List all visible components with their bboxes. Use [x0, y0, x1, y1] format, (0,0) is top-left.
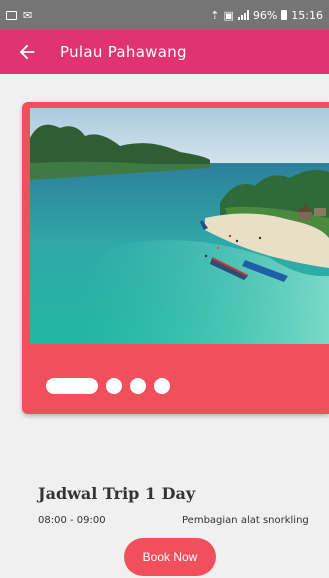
island-photo [30, 108, 329, 344]
carousel-indicator [46, 378, 170, 394]
status-bar: ✉ ⇡ ▣ 96% 15:16 [0, 0, 329, 30]
page-title: Pulau Pahawang [60, 43, 187, 61]
battery-percent: 96% [252, 8, 278, 22]
status-notifications: ✉ [6, 9, 32, 22]
app-bar: Pulau Pahawang [0, 30, 329, 74]
carousel-dot-2[interactable] [106, 378, 122, 394]
schedule-time: 08:00 - 09:00 [38, 515, 106, 526]
image-carousel[interactable] [22, 102, 329, 414]
mail-notification-icon: ✉ [23, 8, 33, 22]
image-notification-icon [6, 10, 17, 20]
clock: 15:16 [291, 8, 323, 22]
carousel-image[interactable] [30, 108, 329, 344]
schedule-title: Jadwal Trip 1 Day [38, 484, 196, 503]
signal-icon [237, 10, 249, 20]
book-now-button[interactable]: Book Now [124, 538, 216, 576]
carousel-dot-3[interactable] [130, 378, 146, 394]
cast-icon: ▣ [223, 8, 234, 22]
wifi-icon: ⇡ [210, 8, 220, 22]
back-button[interactable] [16, 41, 38, 63]
battery-icon [281, 10, 288, 20]
schedule-activity: Pembagian alat snorkling [182, 515, 309, 526]
arrow-left-icon [19, 44, 35, 60]
carousel-dot-4[interactable] [154, 378, 170, 394]
carousel-dot-1[interactable] [46, 378, 98, 394]
status-indicators: ⇡ ▣ 96% 15:16 [210, 9, 323, 22]
